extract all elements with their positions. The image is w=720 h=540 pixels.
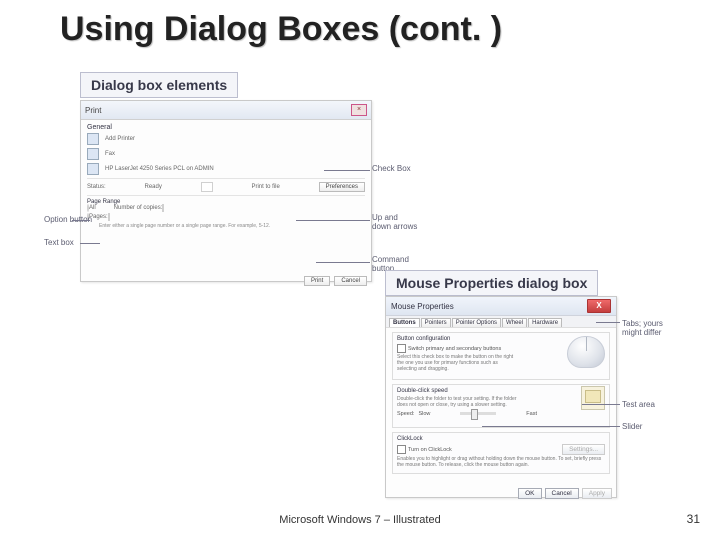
printer-item: HP LaserJet 4250 Series PCL on ADMIN <box>105 166 214 172</box>
radio-all-label: All <box>89 205 96 211</box>
pages-hint: Enter either a single page number or a s… <box>99 223 365 229</box>
cancel-button[interactable]: Cancel <box>334 276 367 286</box>
status-label: Status: <box>87 184 106 190</box>
status-value: Ready <box>145 184 162 190</box>
slide-footer: Microsoft Windows 7 – Illustrated <box>0 514 720 526</box>
pages-text[interactable] <box>108 213 110 221</box>
tab-pointers[interactable]: Pointers <box>421 318 451 327</box>
copies-label: Number of copies: <box>114 205 163 211</box>
apply-button[interactable]: Apply <box>582 488 612 499</box>
switch-buttons-label: Switch primary and secondary buttons <box>408 346 501 352</box>
clicklock-check[interactable] <box>397 445 406 454</box>
callout-testarea: Test area <box>622 400 655 409</box>
callout-tabs: Tabs; yoursmight differ <box>622 320 663 338</box>
print-button[interactable]: Print <box>304 276 330 286</box>
slide-title: Using Dialog Boxes (cont. ) <box>60 10 502 49</box>
tab-hardware[interactable]: Hardware <box>528 318 562 327</box>
callout-textbox: Text box <box>44 238 74 247</box>
print-dialog: Print × General Add Printer Fax HP Laser… <box>80 100 372 282</box>
printer-item: Fax <box>105 151 115 157</box>
callout-checkbox: Check Box <box>372 164 411 173</box>
mouse-image <box>567 336 605 368</box>
clicklock-label: Turn on ClickLock <box>408 447 452 453</box>
print-to-file-check[interactable] <box>201 182 213 192</box>
print-group-general: General <box>87 124 365 131</box>
printer-icon <box>87 148 99 160</box>
callout-slider: Slider <box>622 422 642 431</box>
caption-mouse-props: Mouse Properties dialog box <box>385 270 598 296</box>
mouse-titlebar: Mouse Properties X <box>386 297 616 316</box>
mouse-tabs: Buttons Pointers Pointer Options Wheel H… <box>386 316 616 328</box>
speed-slider[interactable] <box>460 412 496 415</box>
speed-fast: Fast <box>526 411 537 417</box>
clicklock-desc: Enables you to highlight or drag without… <box>397 456 605 468</box>
callout-spin: Up anddown arrows <box>372 214 417 232</box>
page-number: 31 <box>687 512 700 526</box>
close-icon[interactable]: X <box>587 299 611 313</box>
cancel-button[interactable]: Cancel <box>545 488 579 499</box>
printer-icon <box>87 163 99 175</box>
clicklock-title: ClickLock <box>397 436 605 442</box>
print-to-file-label: Print to file <box>251 184 279 190</box>
speed-label: Speed: <box>397 411 414 417</box>
tab-wheel[interactable]: Wheel <box>502 318 527 327</box>
preferences-button[interactable]: Preferences <box>319 182 365 192</box>
switch-buttons-check[interactable] <box>397 344 406 353</box>
print-dialog-titlebar: Print × <box>81 101 371 120</box>
mouse-dialog-title: Mouse Properties <box>391 302 454 311</box>
switch-desc: Select this check box to make the button… <box>397 354 517 372</box>
dblclick-title: Double-click speed <box>397 388 605 394</box>
test-area[interactable] <box>581 386 605 410</box>
copies-spin[interactable] <box>162 204 164 212</box>
ok-button[interactable]: OK <box>518 488 541 499</box>
settings-button[interactable]: Settings... <box>562 444 605 455</box>
printer-icon <box>87 133 99 145</box>
printer-item: Add Printer <box>105 136 135 142</box>
tab-buttons[interactable]: Buttons <box>389 318 420 327</box>
dblclick-desc: Double-click the folder to test your set… <box>397 396 527 408</box>
mouse-dialog: Mouse Properties X Buttons Pointers Poin… <box>385 296 617 498</box>
print-dialog-title: Print <box>85 106 101 115</box>
speed-slow: Slow <box>418 411 430 417</box>
close-icon[interactable]: × <box>351 104 367 116</box>
tab-pointer-options[interactable]: Pointer Options <box>452 318 501 327</box>
caption-dialog-elements: Dialog box elements <box>80 72 238 98</box>
